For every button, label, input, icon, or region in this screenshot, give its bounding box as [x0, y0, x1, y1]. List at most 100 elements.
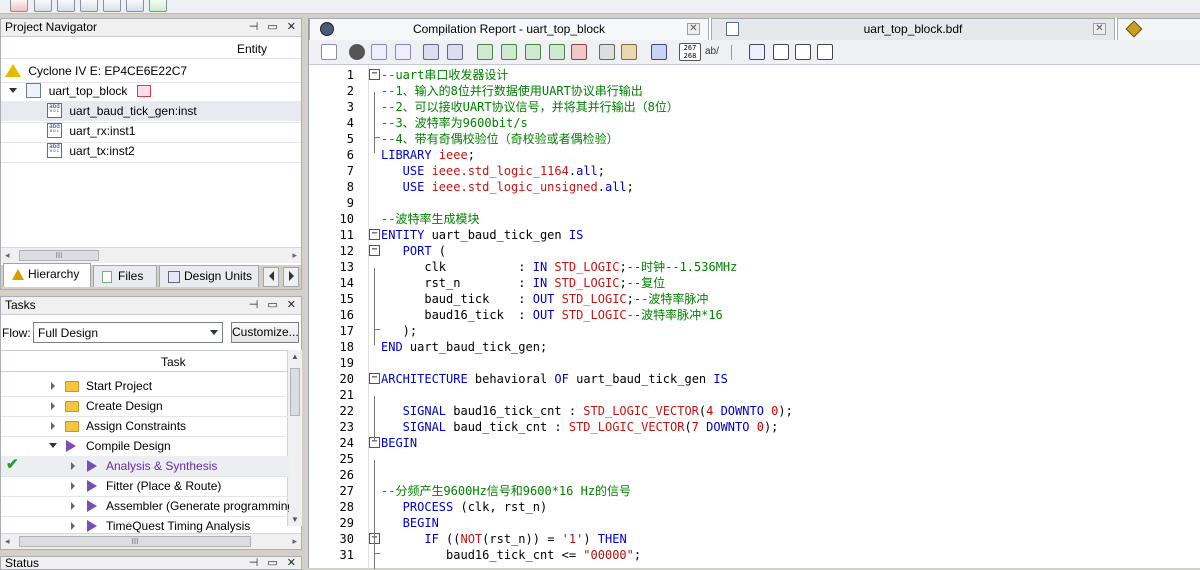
code-line[interactable]: baud_tick : OUT STD_LOGIC;--波特率脉冲 — [381, 291, 708, 307]
task-item[interactable]: Start Project — [1, 376, 289, 396]
flow-select[interactable]: Full Design — [33, 322, 223, 343]
fold-toggle-icon[interactable]: − — [369, 245, 380, 256]
play-icon[interactable] — [87, 480, 97, 492]
code-line[interactable]: --分频产生9600Hz信号和9600*16 Hz的信号 — [381, 483, 631, 499]
task-item[interactable]: Fitter (Place & Route) — [1, 476, 289, 496]
code-line[interactable]: IF ((NOT(rst_n)) = '1') THEN — [381, 531, 626, 547]
expand-icon[interactable] — [51, 382, 55, 390]
code-line[interactable]: baud16_tick_cnt <= "00000"; — [381, 547, 641, 563]
eraser-icon[interactable] — [126, 0, 144, 12]
word-wrap-icon[interactable]: ab/ — [705, 44, 727, 60]
code-line[interactable]: SIGNAL baud16_tick_cnt : STD_LOGIC_VECTO… — [381, 403, 793, 419]
goto-icon[interactable] — [395, 44, 411, 60]
play-icon[interactable] — [66, 440, 76, 452]
code-line[interactable]: clk : IN STD_LOGIC;--时钟--1.536MHz — [381, 259, 737, 275]
close-icon[interactable]: ✕ — [687, 23, 700, 35]
task-item[interactable]: Create Design — [1, 396, 289, 416]
line-numbers-icon[interactable]: 267 268 — [679, 43, 701, 61]
expand-icon[interactable] — [51, 402, 55, 410]
scroll-left-icon[interactable]: ◂ — [5, 536, 10, 547]
scroll-left-icon[interactable]: ◂ — [5, 250, 10, 261]
expand-icon[interactable] — [51, 422, 55, 430]
edit-icon[interactable] — [57, 0, 75, 12]
find-icon[interactable] — [349, 44, 365, 60]
indent-icon[interactable] — [423, 44, 439, 60]
dropdown-arrow-icon[interactable] — [210, 330, 218, 335]
panel-controls[interactable]: ⊣ ▭ ✕ — [249, 297, 299, 314]
horizontal-scrollbar[interactable]: ◂ III ▸ — [1, 247, 301, 263]
chip-icon[interactable] — [80, 0, 98, 12]
code-line[interactable]: LIBRARY ieee; — [381, 147, 475, 163]
code-line[interactable]: SIGNAL baud_tick_cnt : STD_LOGIC_VECTOR(… — [381, 419, 779, 435]
play-icon[interactable] — [87, 500, 97, 512]
entity-header[interactable]: Entity — [1, 39, 301, 59]
template-icon[interactable] — [621, 44, 637, 60]
code-line[interactable]: --1、输入的8位并行数据使用UART协议串行输出 — [381, 83, 643, 99]
code-line[interactable]: USE ieee.std_logic_unsigned.all; — [381, 179, 634, 195]
scroll-thumb[interactable] — [290, 368, 300, 416]
fold-toggle-icon[interactable]: − — [369, 373, 380, 384]
play-icon[interactable] — [87, 520, 97, 532]
document-icon[interactable] — [321, 44, 337, 60]
code-line[interactable]: ENTITY uart_baud_tick_gen IS — [381, 227, 583, 243]
tab-files[interactable]: Files — [93, 265, 157, 287]
instance-row[interactable]: abd ᴴᴰᴸ uart_rx:inst1 — [47, 121, 135, 141]
code-line[interactable]: --3、波特率为9600bit/s — [381, 115, 528, 131]
task-item[interactable]: Compile Design — [1, 436, 289, 456]
tab-active-file[interactable] — [1117, 18, 1200, 40]
scroll-thumb[interactable]: III — [19, 536, 251, 547]
code-line[interactable]: ); — [381, 323, 417, 339]
vertical-scrollbar[interactable]: ▲ ▼ — [287, 350, 302, 526]
bookmark-icon[interactable] — [477, 44, 493, 60]
find-replace-icon[interactable] — [371, 44, 387, 60]
code-line[interactable]: --uart串口收发器设计 — [381, 67, 508, 83]
clear-bookmarks-icon[interactable] — [571, 44, 587, 60]
checkmark-icon[interactable] — [149, 0, 167, 12]
code-line[interactable]: baud16_tick : OUT STD_LOGIC--波特率脉冲*16 — [381, 307, 722, 323]
tab-design-units[interactable]: Design Units — [159, 265, 259, 287]
prev-bookmark-icon[interactable] — [501, 44, 517, 60]
arrow-right-icon[interactable] — [749, 44, 765, 60]
comment-icon[interactable] — [773, 44, 789, 60]
code-line[interactable]: END uart_baud_tick_gen; — [381, 339, 547, 355]
customize-button[interactable]: Customize... — [231, 322, 299, 343]
expand-icon[interactable] — [9, 88, 17, 93]
expand-icon[interactable] — [71, 522, 75, 530]
code-line[interactable]: PROCESS (clk, rst_n) — [381, 499, 548, 515]
panel-controls[interactable]: ⊣ ▭ ✕ — [249, 557, 299, 569]
instance-row[interactable]: abd ᴴᴰᴸ uart_baud_tick_gen:inst — [47, 101, 197, 121]
task-item[interactable]: Assembler (Generate programming file — [1, 496, 289, 516]
check-syntax-icon[interactable] — [651, 44, 667, 60]
collapse-icon[interactable] — [49, 443, 57, 448]
scroll-down-icon[interactable]: ▼ — [291, 515, 299, 524]
fold-toggle-icon[interactable]: − — [369, 69, 380, 80]
close-icon[interactable]: ✕ — [1093, 23, 1106, 35]
code-line[interactable]: rst_n : IN STD_LOGIC;--复位 — [381, 275, 665, 291]
code-line[interactable]: --4、带有奇偶校验位（奇校验或者偶检验） — [381, 131, 619, 147]
code-line[interactable]: PORT ( — [381, 243, 446, 259]
scroll-thumb[interactable]: III — [19, 250, 99, 261]
code-line[interactable]: --波特率生成模块 — [381, 211, 479, 227]
scroll-right-icon[interactable]: ▸ — [292, 250, 297, 261]
uncomment-icon[interactable] — [795, 44, 811, 60]
attach-icon[interactable] — [599, 44, 615, 60]
expand-icon[interactable] — [71, 462, 75, 470]
code-line[interactable]: ARCHITECTURE behavioral OF uart_baud_tic… — [381, 371, 728, 387]
device-row[interactable]: Cyclone IV E: EP4CE6E22C7 — [5, 61, 187, 81]
task-column-header[interactable]: Task — [1, 350, 289, 372]
panel-controls[interactable]: ⊣ ▭ ✕ — [249, 19, 299, 36]
outdent-icon[interactable] — [447, 44, 463, 60]
play-icon[interactable] — [87, 460, 97, 472]
grid-icon[interactable] — [103, 0, 121, 12]
bookmark-list-icon[interactable] — [549, 44, 565, 60]
fold-toggle-icon[interactable]: − — [369, 229, 380, 240]
scroll-right-icon[interactable]: ▸ — [292, 536, 297, 547]
next-bookmark-icon[interactable] — [525, 44, 541, 60]
block-icon[interactable] — [817, 44, 833, 60]
tab-bdf-file[interactable]: uart_top_block.bdf ✕ — [711, 18, 1115, 40]
scroll-up-icon[interactable]: ▲ — [291, 352, 299, 361]
expand-icon[interactable] — [71, 502, 75, 510]
task-item-selected[interactable]: ✔ Analysis & Synthesis — [1, 456, 289, 476]
top-entity-row[interactable]: uart_top_block — [9, 81, 151, 101]
code-line[interactable]: BEGIN — [381, 435, 417, 451]
